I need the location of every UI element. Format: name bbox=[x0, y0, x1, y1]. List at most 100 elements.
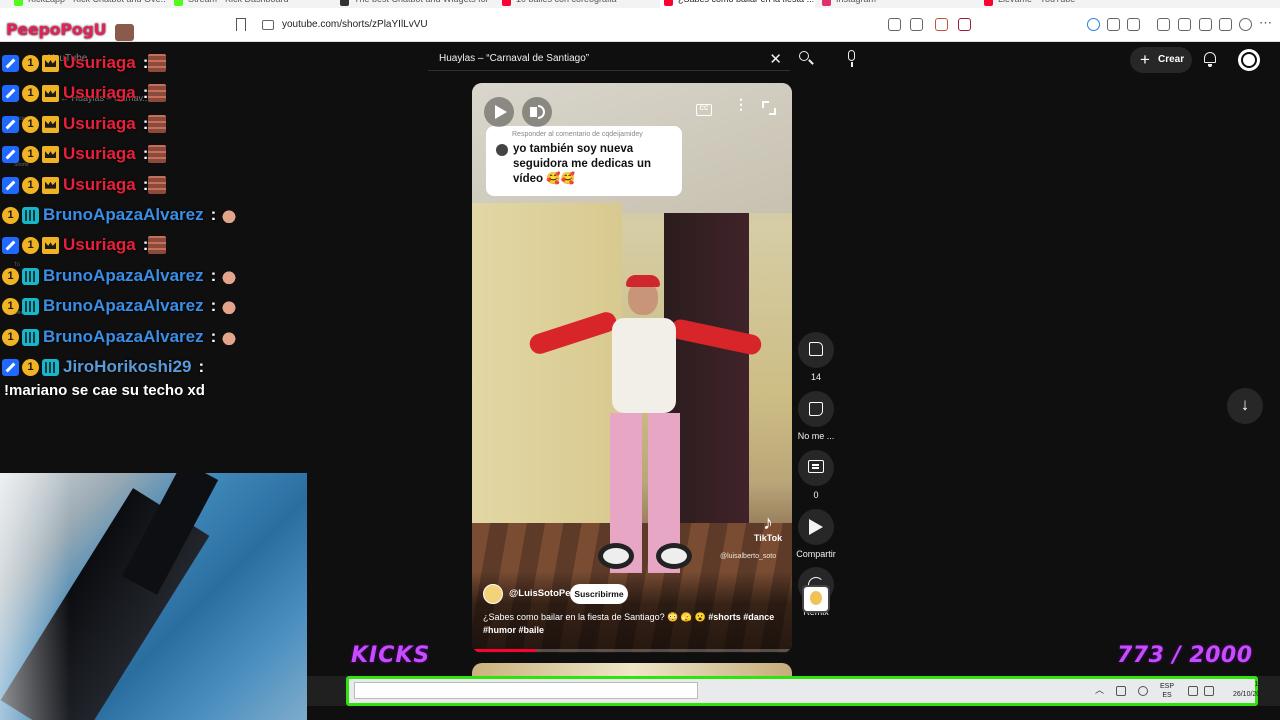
gift-badge-icon bbox=[22, 207, 39, 224]
play-button[interactable] bbox=[484, 97, 514, 127]
microphone-icon[interactable] bbox=[844, 50, 860, 68]
mod-badge-icon bbox=[2, 146, 19, 164]
bookmark-icon[interactable] bbox=[236, 18, 246, 31]
create-button[interactable]: + Crear bbox=[1130, 47, 1192, 73]
mod-badge-icon bbox=[2, 176, 19, 194]
chat-username[interactable]: Usuriaga: bbox=[63, 80, 148, 106]
browser-menu-icon[interactable]: ⋯ bbox=[1259, 16, 1272, 31]
wallet-icon[interactable] bbox=[1199, 18, 1212, 31]
shorts-video-player[interactable]: Responder al comentario de cqdeijamidey … bbox=[472, 83, 792, 653]
coin-badge-icon: 1 bbox=[2, 207, 19, 224]
gift-badge-icon bbox=[42, 359, 59, 376]
browser-tab[interactable]: Stream - Kick Dashboard bbox=[170, 0, 325, 8]
like-count: 14 bbox=[810, 372, 821, 382]
chat-line: 1 BrunoApazaAlvarez: bbox=[2, 293, 320, 323]
chat-username[interactable]: JiroHorikoshi29: bbox=[63, 354, 204, 380]
browser-shield-icon[interactable] bbox=[1239, 18, 1252, 31]
tiktok-icon: ♪ bbox=[763, 512, 773, 534]
video-caption[interactable]: ¿Sabes como bailar en la fiesta de Santi… bbox=[483, 611, 788, 637]
chat-username[interactable]: BrunoApazaAlvarez: bbox=[43, 263, 216, 289]
tray-mic-icon[interactable] bbox=[1138, 686, 1148, 696]
browser-tab[interactable]: Instagram bbox=[818, 0, 973, 8]
clear-search-icon[interactable]: ✕ bbox=[769, 50, 782, 68]
chat-line: 1 JiroHorikoshi29: bbox=[2, 354, 320, 384]
chat-username[interactable]: BrunoApazaAlvarez: bbox=[43, 202, 216, 228]
extension-icon[interactable] bbox=[935, 18, 948, 31]
captions-icon[interactable]: CC bbox=[696, 104, 712, 116]
extensions-puzzle-icon[interactable] bbox=[1107, 18, 1120, 31]
chat-username[interactable]: Usuriaga: bbox=[63, 232, 148, 258]
chat-separator: : bbox=[210, 326, 217, 346]
search-icon[interactable] bbox=[796, 49, 816, 69]
language-indicator[interactable]: ESP ES bbox=[1160, 682, 1174, 700]
subscribe-button[interactable]: Suscribirme bbox=[570, 584, 628, 604]
coin-badge-icon: 1 bbox=[22, 85, 39, 103]
fullscreen-icon[interactable] bbox=[762, 101, 776, 115]
profile-sync-icon[interactable] bbox=[1087, 18, 1100, 31]
tab-favicon-icon bbox=[340, 0, 349, 6]
channel-avatar[interactable] bbox=[483, 584, 503, 604]
chat-username-text: BrunoApazaAlvarez bbox=[43, 326, 204, 346]
comments-button[interactable]: 0 bbox=[796, 450, 836, 500]
next-short-arrow-icon[interactable]: ↓ bbox=[1227, 388, 1263, 424]
search-query[interactable]: Huaylas – “Carnaval de Santiago” bbox=[439, 53, 589, 64]
thumbs-up-icon bbox=[809, 342, 823, 356]
share-button[interactable]: Compartir bbox=[796, 509, 836, 559]
browser-tab[interactable]: The best Chatbot and Widgets for ... bbox=[336, 0, 491, 8]
chat-username[interactable]: BrunoApazaAlvarez: bbox=[43, 293, 216, 319]
volume-button[interactable] bbox=[522, 97, 552, 127]
crown-badge-icon bbox=[42, 237, 59, 255]
tray-chevron-icon[interactable]: ︿ bbox=[1095, 683, 1104, 696]
chat-username[interactable]: Usuriaga: bbox=[63, 141, 148, 167]
channel-name[interactable]: @LuisSotoPe bbox=[509, 588, 571, 599]
volume-tray-icon[interactable] bbox=[1204, 686, 1214, 696]
url-text[interactable]: youtube.com/shorts/zPlaYIlLvVU bbox=[282, 19, 428, 30]
thumbs-down-icon bbox=[809, 402, 823, 416]
extension-warning-icon[interactable] bbox=[958, 18, 971, 31]
comment-icon bbox=[808, 460, 824, 473]
chat-username-text: Usuriaga bbox=[63, 144, 136, 164]
tray-app-icon[interactable] bbox=[1116, 686, 1126, 696]
system-clock[interactable]: 1:08 26/10/2025 bbox=[1226, 680, 1268, 700]
chat-separator: : bbox=[198, 357, 205, 376]
browser-address-bar[interactable]: youtube.com/shorts/zPlaYIlLvVU ⋯ bbox=[0, 8, 1280, 42]
chat-username-text: Usuriaga bbox=[63, 235, 136, 255]
tab-title: Instagram bbox=[836, 0, 876, 4]
caption-text: ¿Sabes como bailar en la fiesta de Santi… bbox=[483, 612, 706, 622]
tab-search-icon[interactable] bbox=[1127, 18, 1140, 31]
like-button[interactable]: 14 bbox=[796, 332, 836, 382]
more-options-icon[interactable]: ⋮ bbox=[734, 97, 748, 111]
search-input[interactable]: Huaylas – “Carnaval de Santiago” ✕ bbox=[428, 47, 790, 71]
cast-icon[interactable] bbox=[888, 18, 901, 31]
video-progress-bar[interactable] bbox=[472, 649, 792, 652]
dislike-label: No me ... bbox=[797, 431, 835, 441]
kicks-goal-label: KICKS bbox=[351, 643, 431, 668]
site-info-icon[interactable] bbox=[262, 20, 274, 30]
coin-badge-icon: 1 bbox=[22, 237, 39, 255]
chat-username[interactable]: BrunoApazaAlvarez: bbox=[43, 324, 216, 350]
chat-line: 1 Usuriaga: bbox=[2, 50, 320, 80]
tiktok-handle: @luisalberto_soto bbox=[720, 553, 777, 560]
browser-tab[interactable]: KickLapp - Kick Chatbot and Ove... bbox=[10, 0, 165, 8]
browser-tab[interactable]: 10 bailes con coreografia bbox=[498, 0, 653, 8]
chat-username[interactable]: Usuriaga: bbox=[63, 111, 148, 137]
chat-separator: : bbox=[210, 296, 217, 316]
sound-thumbnail[interactable] bbox=[802, 585, 830, 613]
side-panel-icon[interactable] bbox=[1178, 18, 1191, 31]
share-icon[interactable] bbox=[910, 18, 923, 31]
browser-tab[interactable]: ¿Sabes como bailar en la fiesta ... bbox=[660, 0, 815, 8]
coin-badge-icon: 1 bbox=[22, 359, 39, 376]
mod-badge-icon bbox=[2, 85, 19, 103]
browser-tab[interactable]: Llévame - YouTube bbox=[980, 0, 1135, 8]
tab-title: ¿Sabes como bailar en la fiesta ... bbox=[678, 0, 814, 4]
chat-username[interactable]: Usuriaga: bbox=[63, 50, 148, 76]
media-icon[interactable] bbox=[1157, 18, 1170, 31]
notifications-bell-icon[interactable] bbox=[1202, 51, 1218, 67]
chat-username[interactable]: Usuriaga: bbox=[63, 172, 148, 198]
dislike-button[interactable]: No me ... bbox=[796, 391, 836, 441]
brick-emote-icon bbox=[148, 84, 166, 103]
collections-icon[interactable] bbox=[1219, 18, 1232, 31]
network-icon[interactable] bbox=[1188, 686, 1198, 696]
account-avatar-icon[interactable] bbox=[1238, 49, 1260, 71]
hand-emote-icon bbox=[220, 206, 238, 224]
